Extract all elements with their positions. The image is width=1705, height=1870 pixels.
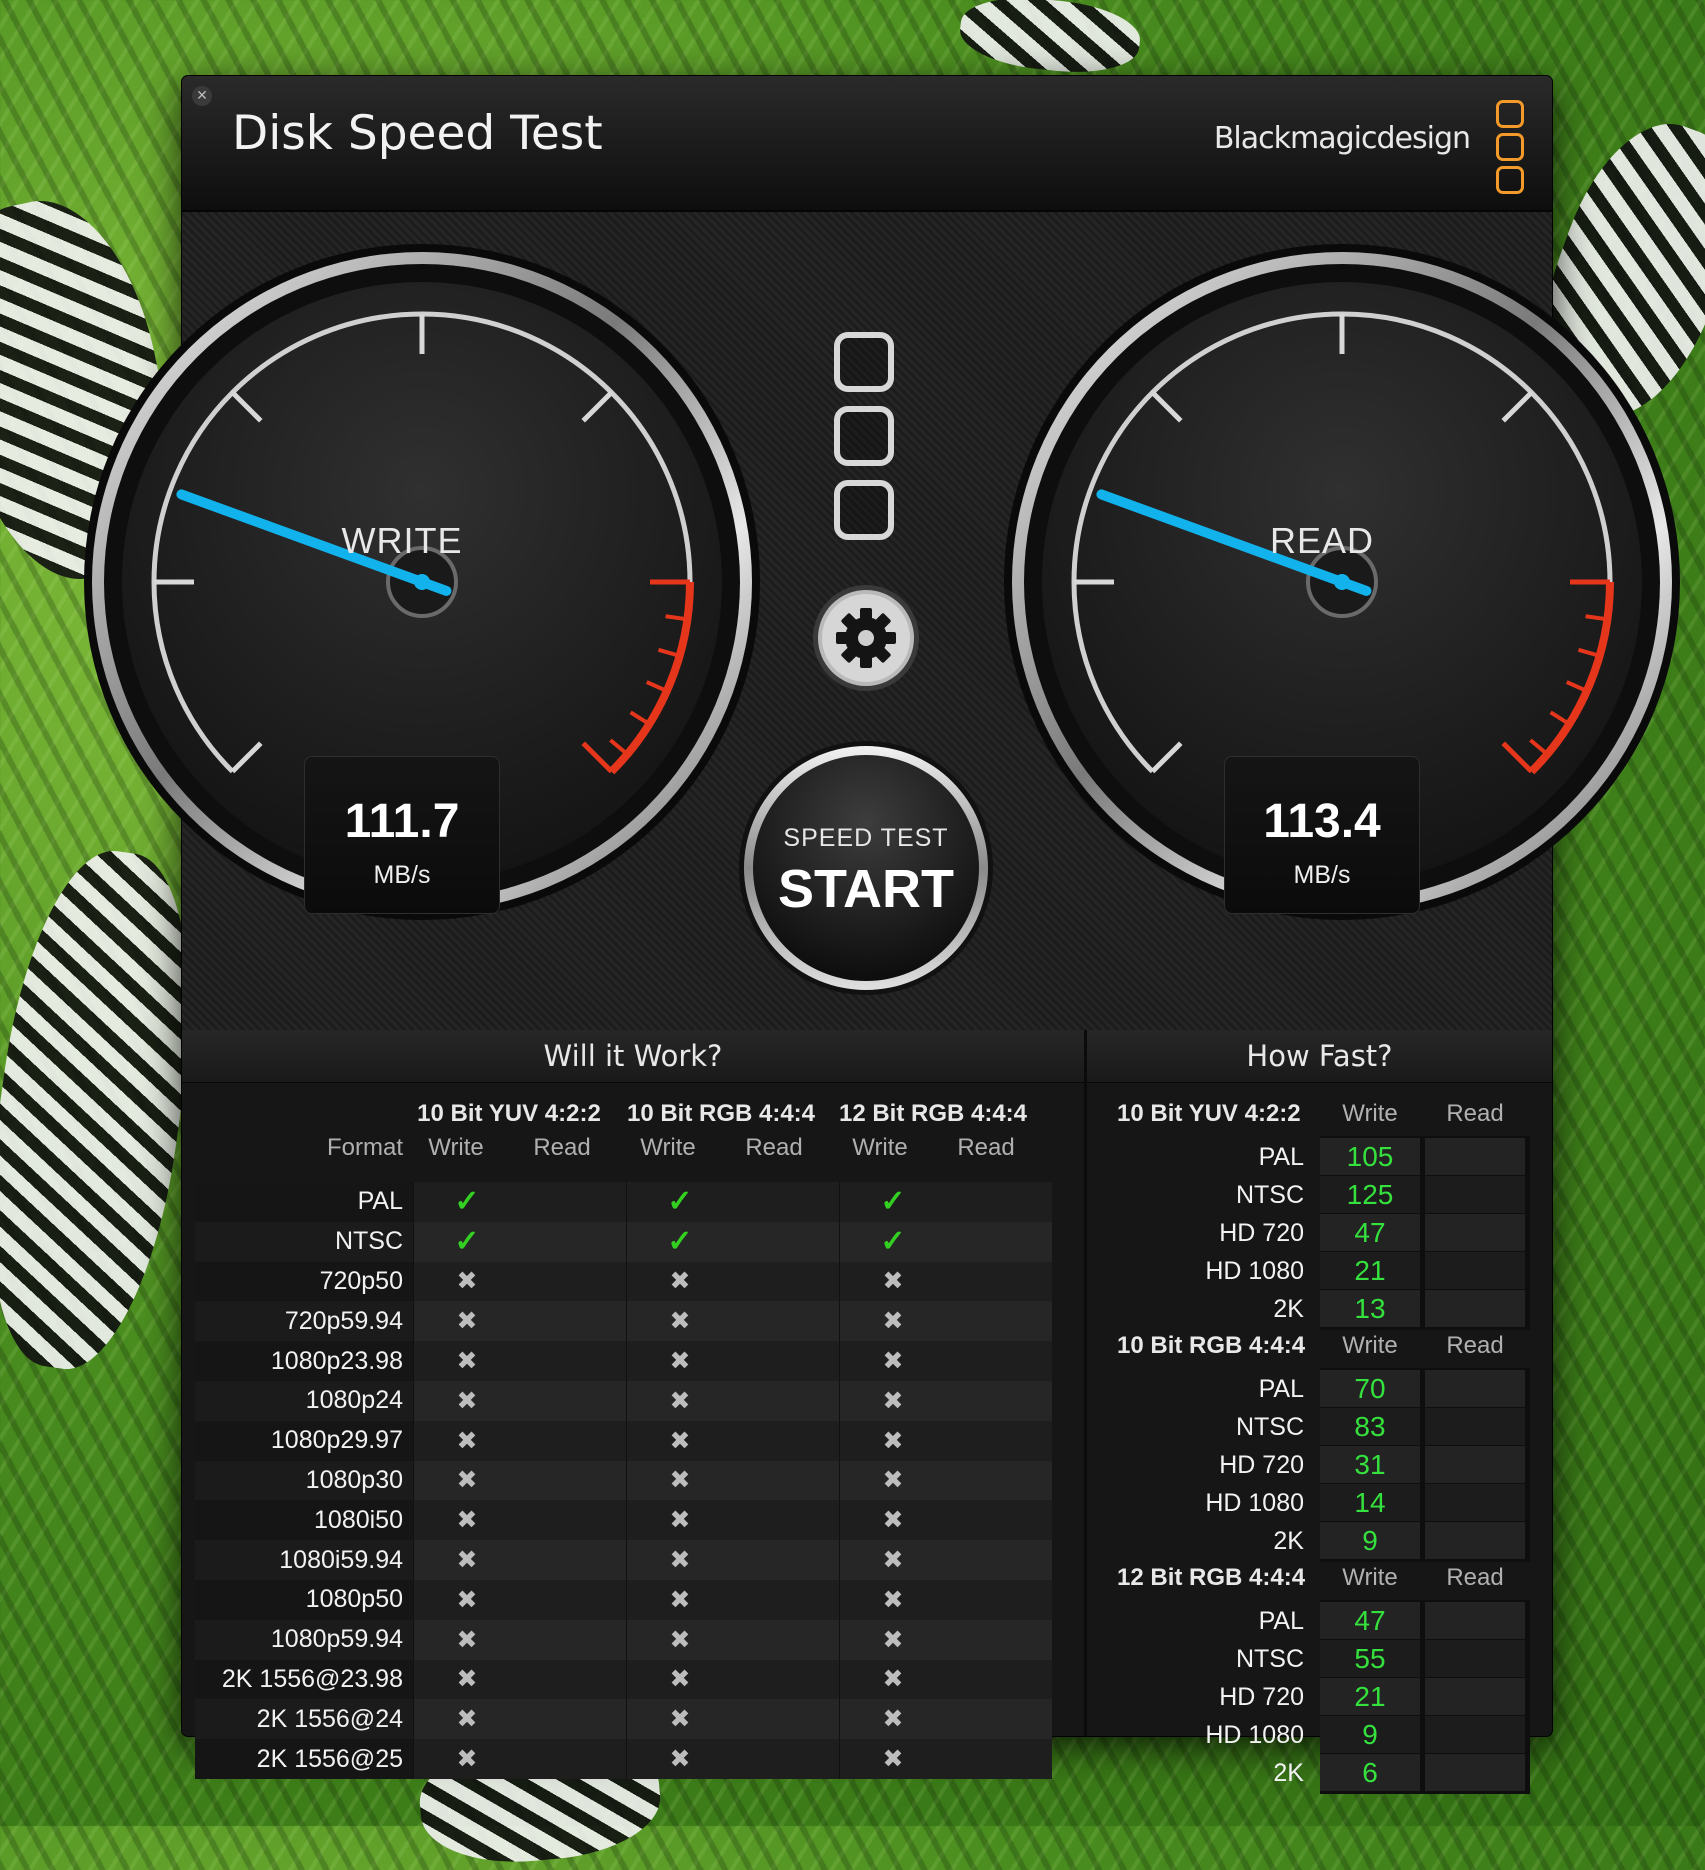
read-gauge-label: READ [1269,520,1375,561]
how-fast-read-value [1425,1484,1525,1521]
how-fast-read-value [1425,1176,1525,1213]
how-fast-read-value [1425,1754,1525,1791]
how-fast-format-label: NTSC [1235,1181,1304,1209]
how-fast-format-label: 2K [1273,1759,1304,1787]
how-fast-write-value: 125 [1320,1176,1420,1213]
will-it-work-title: Will it Work? [182,1030,1084,1083]
how-fast-group-header: 12 Bit RGB 4:4:4 [1117,1564,1306,1591]
how-fast-format-label: NTSC [1235,1413,1304,1441]
list-item: HD 720 47 [182,1214,1552,1252]
how-fast-write-value: 47 [1320,1602,1420,1639]
settings-gear-icon[interactable] [812,584,920,692]
how-fast-write-header: Write [1342,1100,1398,1127]
how-fast-read-value [1425,1214,1525,1251]
how-fast-read-value [1425,1446,1525,1483]
list-item: NTSC 125 [182,1176,1552,1214]
write-readout: 111.7 MB/s [304,756,500,914]
how-fast-read-value [1425,1640,1525,1677]
wiw-column-header: 10 Bit RGB 4:4:4 [626,1100,816,1127]
list-item: HD 1080 9 [182,1716,1552,1754]
how-fast-write-value: 9 [1320,1716,1420,1753]
how-fast-read-value [1425,1602,1525,1639]
list-item: HD 1080 14 [182,1484,1552,1522]
how-fast-read-header: Read [1446,1564,1504,1591]
read-speed-value: 113.4 [1263,795,1381,848]
list-item: HD 1080 21 [182,1252,1552,1290]
write-gauge-label: WRITE [341,520,463,561]
indicator-lights [834,332,894,554]
how-fast-format-label: PAL [1258,1143,1304,1171]
how-fast-read-value [1425,1290,1525,1327]
how-fast-read-value [1425,1252,1525,1289]
how-fast-read-header: Read [1446,1332,1504,1359]
read-readout: 113.4 MB/s [1224,756,1420,914]
how-fast-read-value [1425,1138,1525,1175]
title-bar: ✕ Disk Speed Test Blackmagicdesign [182,76,1552,212]
how-fast-format-label: HD 720 [1219,1451,1304,1479]
how-fast-format-label: HD 720 [1219,1219,1304,1247]
how-fast-read-value [1425,1716,1525,1753]
read-speed-unit: MB/s [1293,861,1351,889]
how-fast-write-value: 21 [1320,1252,1420,1289]
how-fast-write-value: 70 [1320,1370,1420,1407]
list-item: PAL 70 [182,1370,1552,1408]
how-fast-format-label: PAL [1258,1607,1304,1635]
how-fast-format-label: NTSC [1235,1645,1304,1673]
gauges-area: WRITE READ 111.7 MB/s 113.4 MB/s SPEED T… [84,212,1680,1030]
how-fast-read-value [1425,1408,1525,1445]
how-fast-format-label: HD 1080 [1205,1257,1304,1285]
how-fast-title: How Fast? [1087,1030,1552,1083]
how-fast-format-label: 2K [1273,1527,1304,1555]
how-fast-write-value: 83 [1320,1408,1420,1445]
how-fast-write-header: Write [1342,1332,1398,1359]
app-title: Disk Speed Test [232,106,603,161]
list-item: NTSC 83 [182,1408,1552,1446]
how-fast-read-value [1425,1370,1525,1407]
brand-logo-icon [1496,100,1524,199]
start-button-label[interactable]: START [738,858,994,920]
how-fast-write-value: 14 [1320,1484,1420,1521]
how-fast-format-label: PAL [1258,1375,1304,1403]
how-fast-write-value: 13 [1320,1290,1420,1327]
wallpaper-zebra [956,0,1144,80]
how-fast-format-label: HD 1080 [1205,1721,1304,1749]
list-item: PAL 105 [182,1138,1552,1176]
list-item: HD 720 31 [182,1446,1552,1484]
how-fast-group-header: 10 Bit YUV 4:2:2 [1117,1100,1301,1127]
how-fast-write-value: 105 [1320,1138,1420,1175]
close-icon[interactable]: ✕ [192,86,212,106]
how-fast-write-value: 21 [1320,1678,1420,1715]
app-window: ✕ Disk Speed Test Blackmagicdesign WRITE… [84,76,1680,1794]
list-item: 2K 9 [182,1522,1552,1560]
how-fast-format-label: HD 1080 [1205,1489,1304,1517]
how-fast-format-label: HD 720 [1219,1683,1304,1711]
how-fast-read-header: Read [1446,1100,1504,1127]
list-item: PAL 47 [182,1602,1552,1640]
how-fast-write-header: Write [1342,1564,1398,1591]
wiw-column-header: 12 Bit RGB 4:4:4 [838,1100,1028,1127]
how-fast-write-value: 9 [1320,1522,1420,1559]
how-fast-write-value: 6 [1320,1754,1420,1791]
brand-name: Blackmagicdesign [1213,121,1471,156]
write-speed-unit: MB/s [373,861,431,889]
list-item: 2K 13 [182,1290,1552,1328]
how-fast-group-header: 10 Bit RGB 4:4:4 [1117,1332,1306,1359]
wiw-column-header: 10 Bit YUV 4:2:2 [417,1100,601,1127]
how-fast-read-value [1425,1522,1525,1559]
how-fast-write-value: 47 [1320,1214,1420,1251]
list-item: HD 720 21 [182,1678,1552,1716]
how-fast-write-value: 31 [1320,1446,1420,1483]
how-fast-read-value [1425,1678,1525,1715]
how-fast-write-value: 55 [1320,1640,1420,1677]
list-item: 2K 6 [182,1754,1552,1792]
speed-test-label: SPEED TEST [783,824,949,852]
write-speed-value: 111.7 [344,795,460,848]
how-fast-format-label: 2K [1273,1295,1304,1323]
list-item: NTSC 55 [182,1640,1552,1678]
results-area: Will it Work? How Fast? Format 10 Bit YUV… [182,1030,1552,1794]
